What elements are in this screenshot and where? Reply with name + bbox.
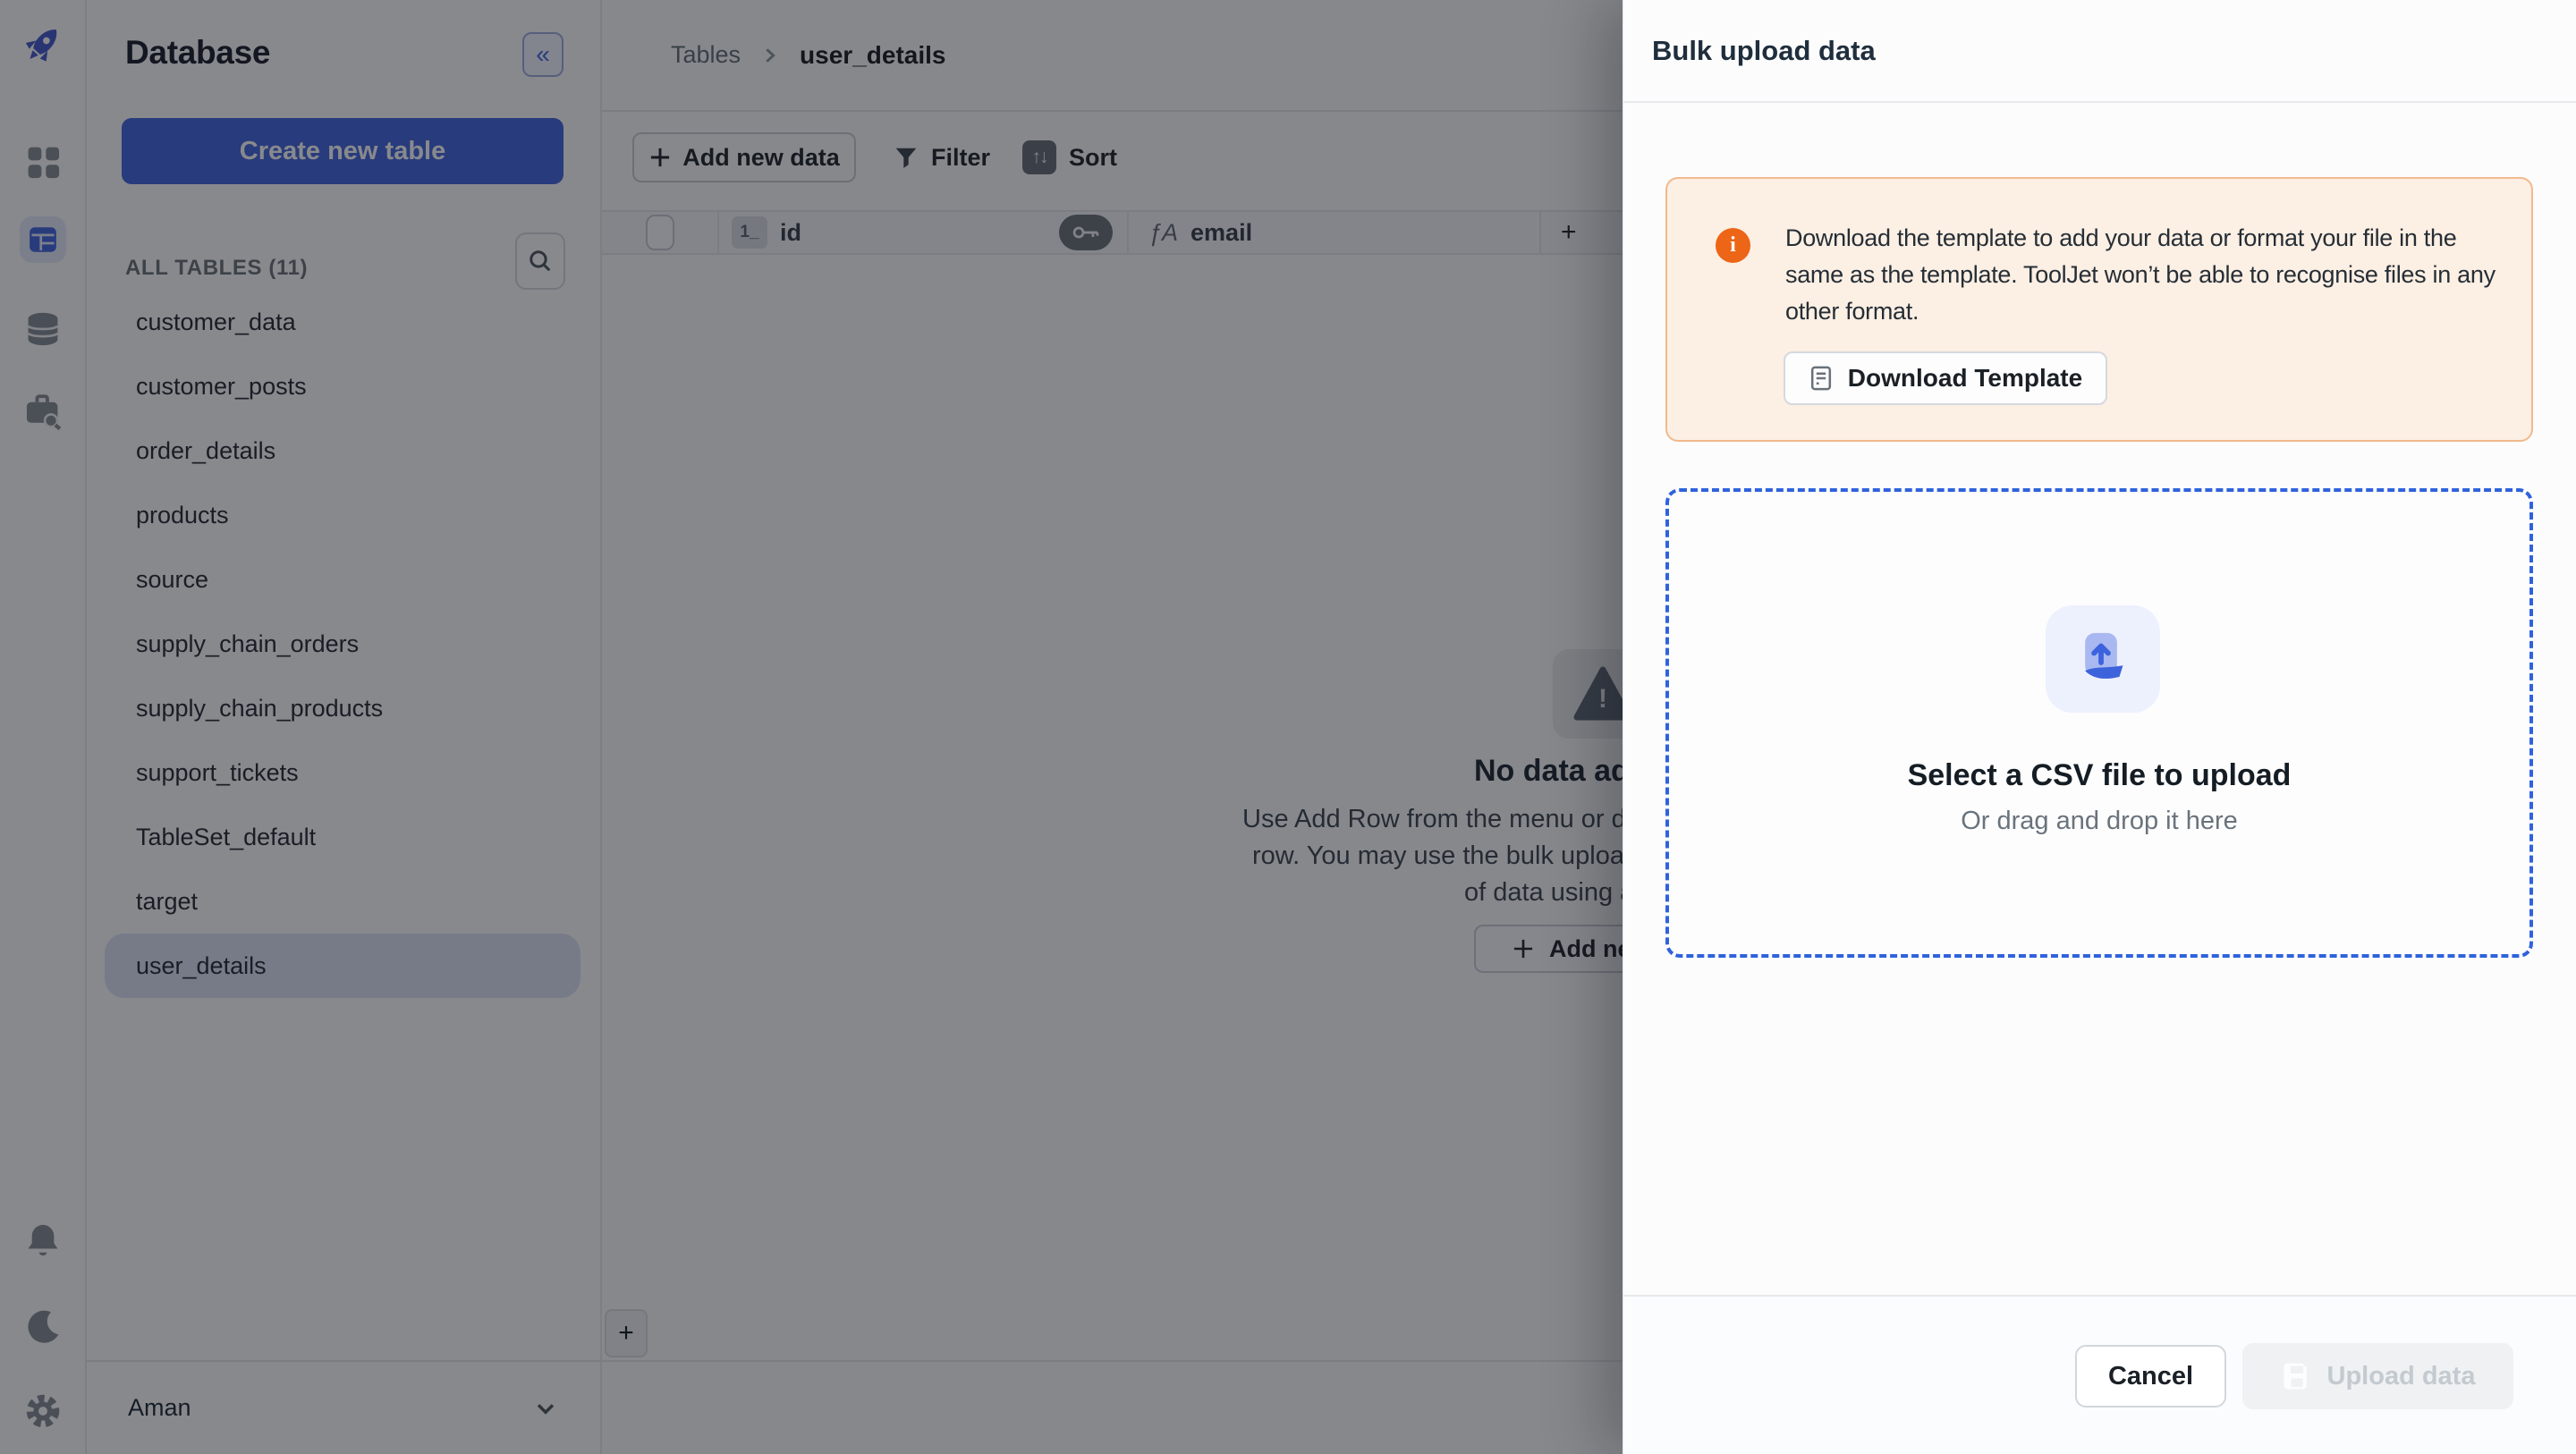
upload-file-icon <box>2046 605 2160 713</box>
template-info-banner: i Download the template to add your data… <box>1665 177 2533 442</box>
bulk-upload-drawer: Bulk upload data i Download the template… <box>1623 0 2576 1454</box>
download-template-label: Download Template <box>1848 364 2082 393</box>
info-icon: i <box>1716 228 1750 263</box>
dropzone-title: Select a CSV file to upload <box>1669 758 2529 793</box>
template-file-icon <box>1809 365 1834 392</box>
drawer-footer: Cancel Upload data <box>1623 1295 2576 1454</box>
save-disk-icon <box>2281 1360 2313 1392</box>
upload-data-label: Upload data <box>2327 1362 2476 1391</box>
upload-data-button-disabled[interactable]: Upload data <box>2242 1343 2513 1409</box>
info-banner-text: Download the template to add your data o… <box>1785 220 2510 330</box>
download-template-button[interactable]: Download Template <box>1784 351 2107 405</box>
cancel-button[interactable]: Cancel <box>2075 1345 2226 1408</box>
drawer-header: Bulk upload data <box>1623 0 2576 103</box>
dropzone-subtitle: Or drag and drop it here <box>1669 807 2529 836</box>
drawer-title: Bulk upload data <box>1652 35 1876 67</box>
csv-dropzone[interactable]: Select a CSV file to upload Or drag and … <box>1665 488 2533 958</box>
tooljet-database-screen: Database « Create new table ALL TABLES (… <box>0 0 2576 1454</box>
